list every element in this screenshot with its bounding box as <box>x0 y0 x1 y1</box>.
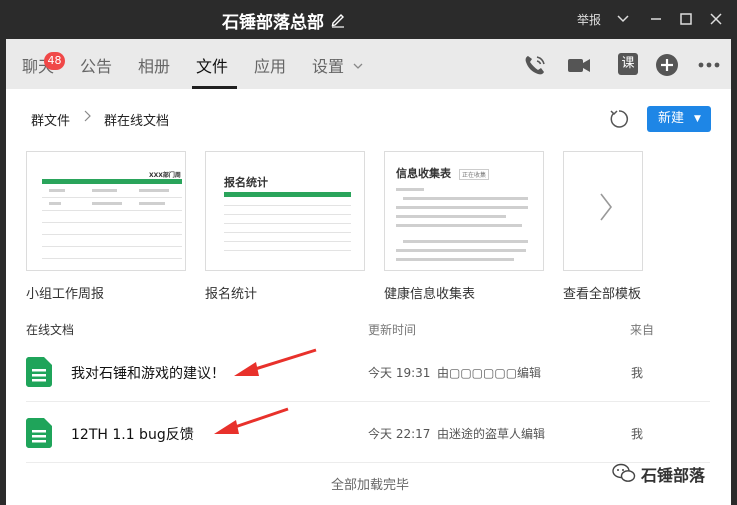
template-label-weekly-report[interactable]: 小组工作周报 <box>26 283 104 302</box>
window-border-right <box>731 39 737 505</box>
minimize-icon[interactable] <box>647 10 665 28</box>
template-preview-text <box>49 202 61 205</box>
tab-announcement[interactable]: 公告 <box>80 53 112 77</box>
new-button[interactable]: 新建 ▼ <box>647 106 711 132</box>
add-icon[interactable] <box>654 52 680 78</box>
template-preview-text <box>403 197 528 200</box>
tab-files[interactable]: 文件 <box>196 53 228 77</box>
template-preview-text <box>396 206 528 209</box>
template-preview-line <box>42 246 182 247</box>
chevron-right-icon <box>600 193 613 221</box>
template-preview-text <box>139 202 165 205</box>
edit-icon[interactable] <box>330 10 346 28</box>
template-preview-title: XXX部门周 <box>149 172 181 179</box>
document-row[interactable]: 我对石锤和游戏的建议！ 今天 19:31 由▢▢▢▢▢▢编辑 我 <box>6 341 731 401</box>
template-label-health-form[interactable]: 健康信息收集表 <box>384 283 475 302</box>
template-preview-line <box>42 234 182 235</box>
template-card-signup-stats[interactable]: 报名统计 <box>205 151 365 271</box>
template-preview-text <box>396 258 514 261</box>
spreadsheet-icon <box>26 418 52 448</box>
document-name[interactable]: 我对石锤和游戏的建议！ <box>71 363 225 383</box>
document-editor: 由▢▢▢▢▢▢编辑 <box>437 366 542 380</box>
watermark-text: 石锤部落 <box>641 466 706 485</box>
template-preview-tag: 正在收集 <box>459 169 490 180</box>
document-time: 今天 22:17 <box>368 427 431 441</box>
course-icon[interactable]: 课 <box>618 53 638 75</box>
template-preview-line <box>224 250 351 251</box>
template-preview-text <box>396 249 526 252</box>
view-all-templates-link[interactable]: 查看全部模板 <box>563 283 641 302</box>
tab-settings[interactable]: 设置 <box>312 53 344 77</box>
template-preview-line <box>42 210 182 211</box>
row-divider <box>26 462 710 463</box>
refresh-icon[interactable] <box>608 108 630 130</box>
document-editor: 由迷途的盗草人编辑 <box>437 427 546 441</box>
template-preview-title: 信息收集表 <box>396 167 451 180</box>
template-preview-header <box>224 192 351 197</box>
document-time: 今天 19:31 <box>368 366 431 380</box>
breadcrumb-root[interactable]: 群文件 <box>31 110 70 129</box>
active-tab-indicator <box>192 86 237 89</box>
template-card-weekly-report[interactable]: XXX部门周 <box>26 151 186 271</box>
new-button-label: 新建 <box>658 111 685 126</box>
document-from: 我 <box>631 366 644 380</box>
window-title: 石锤部落总部 <box>222 13 324 33</box>
column-header-from: 来自 <box>630 323 655 337</box>
template-preview-line <box>224 223 351 224</box>
template-preview-line <box>42 197 182 198</box>
template-preview-text <box>49 189 65 192</box>
template-preview-line <box>224 241 351 242</box>
chevron-down-icon[interactable] <box>614 10 632 28</box>
video-call-icon[interactable] <box>566 52 592 78</box>
template-preview-text <box>396 224 522 227</box>
template-label-signup-stats[interactable]: 报名统计 <box>205 283 257 302</box>
load-complete-text: 全部加载完毕 <box>331 478 410 493</box>
annotation-arrow <box>214 407 289 434</box>
template-card-view-all[interactable] <box>563 151 643 271</box>
template-preview-line <box>42 258 182 259</box>
template-preview-text <box>403 240 528 243</box>
template-preview-header <box>42 179 182 184</box>
template-card-health-form[interactable]: 信息收集表 正在收集 <box>384 151 544 271</box>
template-preview-text <box>92 189 117 192</box>
column-header-name: 在线文档 <box>26 323 75 337</box>
template-preview-title: 报名统计 <box>224 176 268 189</box>
caret-down-icon: ▼ <box>694 114 701 124</box>
template-preview-line <box>224 232 351 233</box>
template-preview-text <box>396 188 424 191</box>
breadcrumb-current: 群在线文档 <box>104 114 170 129</box>
nav-tabs: 聊天 48 公告 相册 文件 应用 设置 课 <box>6 39 731 89</box>
more-icon[interactable] <box>696 52 722 78</box>
tab-album[interactable]: 相册 <box>138 53 170 77</box>
wechat-logo-icon <box>612 463 636 482</box>
document-name[interactable]: 12TH 1.1 bug反馈 <box>71 424 194 444</box>
unread-badge: 48 <box>44 52 65 70</box>
template-preview-line <box>224 214 351 215</box>
chevron-down-icon[interactable] <box>352 61 364 71</box>
template-preview-text <box>139 189 169 192</box>
document-row[interactable]: 12TH 1.1 bug反馈 今天 22:17 由迷途的盗草人编辑 我 <box>6 402 731 462</box>
phone-icon[interactable] <box>522 52 548 78</box>
tab-apps[interactable]: 应用 <box>254 53 286 77</box>
spreadsheet-icon <box>26 357 52 387</box>
template-preview-text <box>92 202 122 205</box>
maximize-icon[interactable] <box>677 10 695 28</box>
template-preview-text <box>396 215 506 218</box>
close-icon[interactable] <box>707 10 725 28</box>
template-preview-line <box>224 205 351 206</box>
annotation-arrow <box>234 348 317 376</box>
report-link[interactable]: 举报 <box>577 11 601 28</box>
chevron-right-icon <box>84 110 91 122</box>
column-header-time: 更新时间 <box>368 323 417 337</box>
title-bar: 石锤部落总部 举报 <box>0 0 737 39</box>
document-from: 我 <box>631 427 644 441</box>
template-preview-line <box>42 222 182 223</box>
